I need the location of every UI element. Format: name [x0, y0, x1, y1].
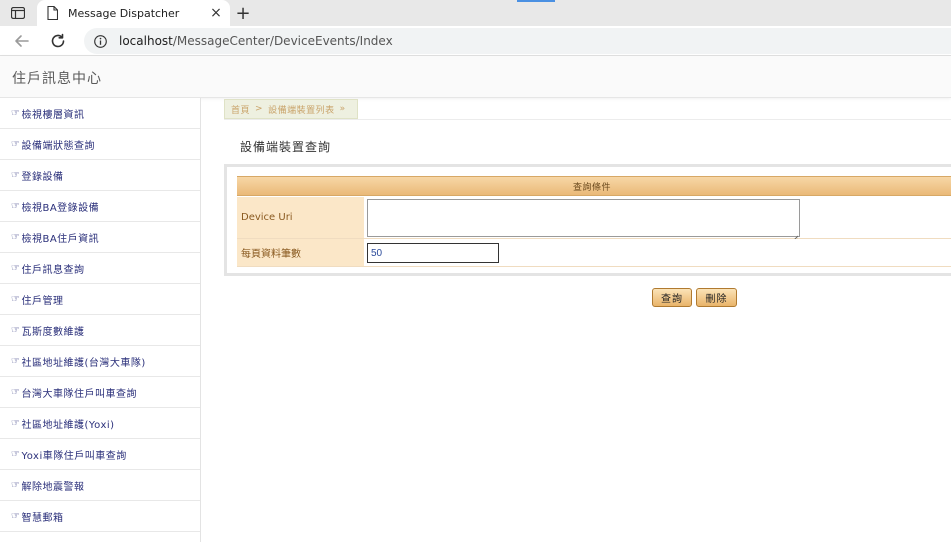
pointing-hand-icon: ☞	[11, 200, 21, 212]
pointing-hand-icon: ☞	[11, 448, 21, 460]
per-page-cell	[364, 239, 951, 266]
pointing-hand-icon: ☞	[11, 107, 21, 119]
sidebar-item-label: 社區地址維護(Yoxi)	[21, 419, 115, 431]
sidebar-item-ba-devices[interactable]: ☞ 檢視BA登錄設備	[0, 191, 200, 222]
url-path: /MessageCenter/DeviceEvents/Index	[172, 34, 393, 48]
breadcrumb: 首頁 > 設備端裝置列表 »	[224, 99, 358, 119]
sidebar-item-floor-info[interactable]: ☞ 檢視樓層資訊	[0, 98, 200, 129]
back-arrow-icon[interactable]	[13, 32, 31, 50]
sidebar-item-label: 解除地震警報	[21, 481, 85, 493]
device-uri-cell	[364, 197, 951, 243]
sidebar-item-address-yoxi[interactable]: ☞ 社區地址維護(Yoxi)	[0, 408, 200, 439]
sidebar-item-label: 檢視BA登錄設備	[21, 202, 100, 214]
pointing-hand-icon: ☞	[11, 262, 21, 274]
form-row-device-uri: Device Uri	[237, 197, 951, 243]
sidebar-item-label: 住戶管理	[21, 295, 64, 307]
sidebar-item-gas-readings[interactable]: ☞ 瓦斯度數維護	[0, 315, 200, 346]
sidebar-item-label: 台灣大車隊住戶叫車查詢	[21, 388, 137, 400]
pointing-hand-icon: ☞	[11, 231, 21, 243]
sidebar-item-label: 住戶訊息查詢	[21, 264, 85, 276]
breadcrumb-trailing-icon: »	[339, 104, 346, 114]
document-icon	[47, 6, 59, 20]
browser-tab-bar: Message Dispatcher × +	[0, 0, 951, 26]
breadcrumb-current: 設備端裝置列表	[268, 105, 335, 116]
new-tab-icon[interactable]: +	[234, 3, 252, 24]
sidebar-item-ba-residents[interactable]: ☞ 檢視BA住戶資訊	[0, 222, 200, 253]
sidebar-item-label: 瓦斯度數維護	[21, 326, 85, 338]
page-title: 設備端裝置查詢	[240, 140, 332, 154]
tab-title: Message Dispatcher	[68, 6, 180, 20]
tab-accent-line	[517, 0, 555, 2]
close-icon[interactable]: ×	[208, 5, 224, 21]
sidebar-item-label: 智慧郵箱	[21, 512, 64, 524]
pointing-hand-icon: ☞	[11, 386, 21, 398]
pointing-hand-icon: ☞	[11, 138, 21, 150]
sidebar-item-label: 檢視樓層資訊	[21, 109, 85, 121]
sidebar-item-label: 設備端狀態查詢	[21, 140, 95, 152]
breadcrumb-separator: >	[255, 104, 264, 114]
query-form-panel: 查詢條件 Device Uri 每頁資料筆數	[224, 164, 951, 276]
pointing-hand-icon: ☞	[11, 169, 21, 181]
per-page-input[interactable]	[367, 243, 499, 263]
resize-grip-icon[interactable]	[791, 228, 799, 243]
sidebar-item-label: 登錄設備	[21, 171, 64, 183]
tab-actions-icon[interactable]	[10, 5, 26, 21]
reload-icon[interactable]	[49, 32, 67, 50]
pointing-hand-icon: ☞	[11, 355, 21, 367]
sidebar-item-taiwan-taxi-calls[interactable]: ☞ 台灣大車隊住戶叫車查詢	[0, 377, 200, 408]
sidebar-item-address-taiwan-taxi[interactable]: ☞ 社區地址維護(台灣大車隊)	[0, 346, 200, 377]
sidebar-item-resident-management[interactable]: ☞ 住戶管理	[0, 284, 200, 315]
pointing-hand-icon: ☞	[11, 417, 21, 429]
breadcrumb-divider	[224, 119, 951, 120]
breadcrumb-home-link[interactable]: 首頁	[231, 103, 250, 116]
info-icon[interactable]	[94, 34, 107, 48]
query-button[interactable]: 查詢	[652, 288, 692, 307]
sidebar-item-smart-mailbox[interactable]: ☞ 智慧郵箱	[0, 501, 200, 532]
app-title[interactable]: 住戶訊息中心	[12, 68, 102, 88]
pointing-hand-icon: ☞	[11, 510, 21, 522]
device-uri-textarea[interactable]	[367, 199, 800, 237]
address-bar: localhost/MessageCenter/DeviceEvents/Ind…	[0, 26, 951, 56]
sidebar-item-label: Yoxi車隊住戶叫車查詢	[21, 450, 127, 462]
url-field[interactable]: localhost/MessageCenter/DeviceEvents/Ind…	[84, 28, 951, 54]
delete-button[interactable]: 刪除	[696, 288, 737, 307]
sidebar-item-resident-messages[interactable]: ☞ 住戶訊息查詢	[0, 253, 200, 284]
pointing-hand-icon: ☞	[11, 479, 21, 491]
sidebar-item-label: 檢視BA住戶資訊	[21, 233, 100, 245]
sidebar-item-yoxi-calls[interactable]: ☞ Yoxi車隊住戶叫車查詢	[0, 439, 200, 470]
per-page-label: 每頁資料筆數	[237, 239, 364, 266]
browser-tab[interactable]: Message Dispatcher ×	[37, 0, 230, 26]
form-header: 查詢條件	[237, 176, 951, 196]
pointing-hand-icon: ☞	[11, 293, 21, 305]
sidebar-item-label: 社區地址維護(台灣大車隊)	[21, 357, 146, 369]
device-uri-label: Device Uri	[237, 197, 364, 238]
app-header: 住戶訊息中心	[0, 56, 951, 98]
form-row-per-page: 每頁資料筆數	[237, 239, 951, 267]
url-text: localhost/MessageCenter/DeviceEvents/Ind…	[119, 34, 393, 48]
sidebar-item-earthquake-alarm[interactable]: ☞ 解除地震警報	[0, 470, 200, 501]
sidebar-item-register-device[interactable]: ☞ 登錄設備	[0, 160, 200, 191]
pointing-hand-icon: ☞	[11, 324, 21, 336]
url-host: localhost	[119, 34, 173, 48]
sidebar-item-device-status[interactable]: ☞ 設備端狀態查詢	[0, 129, 200, 160]
sidebar: ☞ 檢視樓層資訊 ☞ 設備端狀態查詢 ☞ 登錄設備 ☞ 檢視BA登錄設備 ☞ 檢視BA住戶…	[0, 98, 201, 542]
